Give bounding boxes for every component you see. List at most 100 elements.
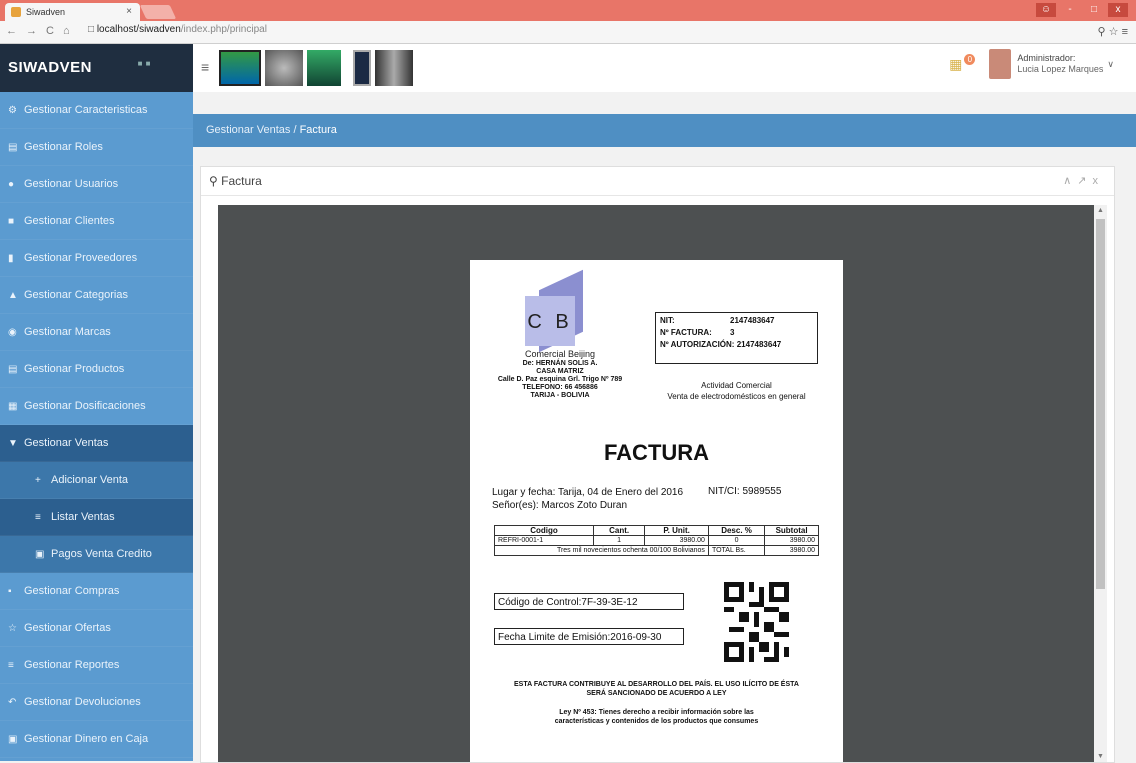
business-activity: Actividad Comercial Venta de electrodomé… xyxy=(655,380,818,402)
total-value: 3980.00 xyxy=(764,545,819,556)
viewer-scrollbar[interactable]: ▲ ▼ xyxy=(1094,205,1107,762)
calendar-icon[interactable]: ▦ xyxy=(949,56,962,73)
sidebar-item-dosificaciones[interactable]: ▦ Gestionar Dosificaciones xyxy=(0,388,193,425)
menu-icon[interactable]: ≡ xyxy=(1122,26,1128,38)
brand-title[interactable]: SIWADVEN ■ ■ xyxy=(0,44,193,92)
truck-icon: ▮ xyxy=(8,253,14,264)
sidebar-item-ventas[interactable]: ▼ Gestionar Ventas xyxy=(0,425,193,462)
url-field[interactable]: □ localhost/siwadven/index.php/principal xyxy=(88,24,267,35)
bookmark-star-icon[interactable]: ☆ xyxy=(1109,26,1119,38)
address-bar: ← → C ⌂ □ localhost/siwadven/index.php/p… xyxy=(0,21,1136,44)
table-cell: 3980.00 xyxy=(764,535,819,546)
search-icon: ⚲ xyxy=(209,174,218,188)
sidebar: SIWADVEN ■ ■ ⚙ Gestionar Caracteristicas ▤… xyxy=(0,44,193,761)
profile-icon[interactable]: ☺ xyxy=(1036,3,1056,17)
money-icon: ▣ xyxy=(35,549,45,560)
total-label: TOTAL Bs. xyxy=(707,545,766,556)
company-phone: TELEFONO: 66 456886 xyxy=(522,384,598,391)
sidebar-item-ofertas[interactable]: ☆ Gestionar Ofertas xyxy=(0,610,193,647)
sidebar-item-reportes[interactable]: ≡ Gestionar Reportes xyxy=(0,647,193,684)
sidebar-item-dinero-caja[interactable]: ▣ Gestionar Dinero en Caja xyxy=(0,721,193,758)
sidebar-item-clientes[interactable]: ■ Gestionar Clientes xyxy=(0,203,193,240)
sidebar-item-roles[interactable]: ▤ Gestionar Roles xyxy=(0,129,193,166)
close-icon[interactable]: x xyxy=(1093,175,1105,187)
sidebar-item-caracteristicas[interactable]: ⚙ Gestionar Caracteristicas xyxy=(0,92,193,129)
sitemap-icon: ▲ xyxy=(8,290,18,301)
breadcrumb-parent[interactable]: Gestionar Ventas xyxy=(206,124,290,136)
new-tab-button[interactable] xyxy=(139,5,177,19)
maximize-button[interactable]: □ xyxy=(1084,3,1104,17)
scrollbar-thumb[interactable] xyxy=(1096,219,1105,589)
collapse-icon[interactable]: ∧ xyxy=(1063,175,1077,187)
url-host: localhost/siwadven xyxy=(96,24,181,35)
tv-icon[interactable] xyxy=(219,50,261,86)
scroll-down-icon[interactable]: ▼ xyxy=(1097,753,1104,760)
autorizacion-label: Nº AUTORIZACIÓN: xyxy=(660,340,735,349)
scroll-up-icon[interactable]: ▲ xyxy=(1097,207,1104,214)
report-icon: ≡ xyxy=(8,660,14,671)
sliders-icon: ⚙ xyxy=(8,105,17,116)
browser-tab[interactable]: Siwadven × xyxy=(5,3,140,21)
invoice-items-table: Codigo Cant. P. Unit. Desc. % Subtotal R… xyxy=(494,525,819,556)
expand-icon[interactable]: ↗ xyxy=(1077,175,1092,187)
browser-actions: ⚲ ☆ ≡ xyxy=(1098,25,1128,38)
tablet-icon[interactable] xyxy=(353,50,371,86)
forward-icon[interactable]: → xyxy=(26,25,37,37)
breadcrumb: Gestionar Ventas / Factura xyxy=(193,114,1136,147)
company-info: Comercial Beijing De: HERNÁN SOLIS A. CA… xyxy=(480,350,640,400)
company-owner: De: HERNÁN SOLIS A. xyxy=(522,360,598,367)
minimize-button[interactable]: - xyxy=(1060,3,1080,17)
sidebar-item-label: Gestionar Reportes xyxy=(24,659,120,671)
phones-icon[interactable] xyxy=(375,50,413,86)
activity-title: Actividad Comercial xyxy=(701,381,772,390)
customer-nit: NIT/CI: 5989555 xyxy=(708,486,782,497)
emission-deadline: Fecha Limite de Emisión:2016-09-30 xyxy=(494,628,684,645)
pdf-viewer[interactable]: ▲ ▼ C B Comercial Beijing De: HERNÁN SOL… xyxy=(218,205,1107,762)
chevron-down-icon[interactable]: ∨ xyxy=(1107,59,1114,70)
return-icon: ↶ xyxy=(8,697,17,708)
consumer-rights-notice: Ley Nº 453: Tienes derecho a recibir inf… xyxy=(554,709,759,725)
sidebar-item-label: Gestionar Clientes xyxy=(24,215,115,227)
sidebar-subitem-adicionar-venta[interactable]: + Adicionar Venta xyxy=(0,462,193,499)
sidebar-item-marcas[interactable]: ◉ Gestionar Marcas xyxy=(0,314,193,351)
column-header: Subtotal xyxy=(764,525,819,536)
extension-icon[interactable]: ⚲ xyxy=(1098,26,1106,38)
sidebar-item-usuarios[interactable]: ● Gestionar Usuarios xyxy=(0,166,193,203)
place-date: Lugar y fecha: Tarija, 04 de Enero del 2… xyxy=(492,487,684,498)
user-menu[interactable]: ▦ 0 Administrador: Lucia Lopez Marques ∨ xyxy=(949,49,1114,79)
star-icon: ☆ xyxy=(8,623,17,634)
sidebar-item-label: Gestionar Marcas xyxy=(24,326,111,338)
url-path: /index.php/principal xyxy=(180,24,267,35)
sidebar-item-devoluciones[interactable]: ↶ Gestionar Devoluciones xyxy=(0,684,193,721)
column-header: P. Unit. xyxy=(644,525,709,536)
briefcase-icon: ■ xyxy=(8,216,15,227)
logo-letters: C B xyxy=(525,296,575,346)
reload-icon[interactable]: C xyxy=(46,25,54,37)
file-icon: ▦ xyxy=(8,401,18,412)
company-address: Calle D. Paz esquina Grl. Trigo Nº 789 xyxy=(497,376,623,383)
sidebar-item-categorias[interactable]: ▲ Gestionar Categorias xyxy=(0,277,193,314)
close-window-button[interactable]: x xyxy=(1108,3,1128,17)
home-icon[interactable]: ⌂ xyxy=(63,25,70,37)
list-icon: ≡ xyxy=(35,512,41,523)
sidebar-item-compras[interactable]: ▪ Gestionar Compras xyxy=(0,573,193,610)
page-icon: □ xyxy=(88,24,97,35)
sidebar-subitem-pagos-venta-credito[interactable]: ▣ Pagos Venta Credito xyxy=(0,536,193,573)
column-header: Desc. % xyxy=(707,525,766,536)
users-icon: ● xyxy=(8,179,15,190)
back-icon[interactable]: ← xyxy=(6,25,17,37)
plus-icon: + xyxy=(35,475,41,486)
grip-icon: ■ ■ xyxy=(137,59,151,68)
sidebar-item-productos[interactable]: ▤ Gestionar Productos xyxy=(0,351,193,388)
sidebar-item-label: Adicionar Venta xyxy=(51,474,129,486)
sidebar-subitem-listar-ventas[interactable]: ≡ Listar Ventas xyxy=(0,499,193,536)
table-cell: 1 xyxy=(592,535,646,546)
laptop-icon[interactable] xyxy=(307,50,341,86)
tab-close-icon[interactable]: × xyxy=(126,6,132,17)
sidebar-item-label: Gestionar Proveedores xyxy=(24,252,138,264)
sidebar-item-proveedores[interactable]: ▮ Gestionar Proveedores xyxy=(0,240,193,277)
tab-title: Siwadven xyxy=(26,7,66,17)
table-cell: 3980.00 xyxy=(644,535,709,546)
appliance-icon[interactable] xyxy=(265,50,303,86)
menu-toggle-icon[interactable]: ≡ xyxy=(201,59,209,75)
